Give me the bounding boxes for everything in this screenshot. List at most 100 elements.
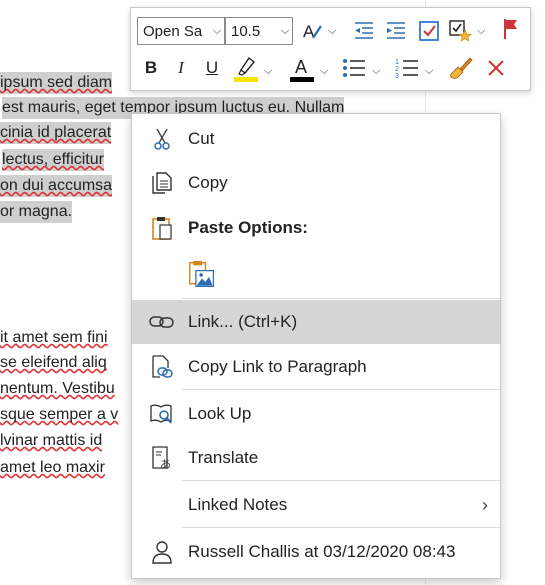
document-line[interactable]: amet leo maxir [0, 457, 105, 479]
author-label: Russell Challis at 03/12/2020 08:43 [188, 542, 456, 561]
chevron-down-icon[interactable]: ⌵ [320, 65, 328, 78]
copy-label: Copy [188, 173, 228, 192]
font-size-value: 10.5 [231, 22, 261, 40]
user-icon [148, 538, 176, 566]
font-color-button[interactable]: A [287, 53, 317, 83]
document-line[interactable]: se eleifend aliq [0, 352, 107, 374]
paste-picture-option[interactable] [132, 255, 500, 295]
increase-indent-button[interactable] [383, 18, 409, 44]
numbering-button[interactable]: 1 2 3 [394, 55, 420, 81]
document-line[interactable]: ipsum sed diam [0, 72, 113, 94]
chevron-down-icon[interactable]: ⌵ [477, 25, 485, 38]
decrease-indent-icon [355, 22, 373, 39]
menu-item-cut[interactable]: Cut [132, 117, 500, 161]
italic-button[interactable]: I [169, 55, 193, 81]
menu-item-author: Russell Challis at 03/12/2020 08:43 [132, 530, 500, 574]
paintbrush-icon [450, 57, 473, 79]
document-line-text: or magna. [0, 203, 73, 220]
increase-indent-icon [387, 22, 405, 39]
flag-button[interactable] [499, 16, 523, 42]
document-line-text: ipsum sed diam [0, 74, 113, 91]
checkbox-star-icon [449, 20, 472, 42]
chevron-down-icon[interactable]: ⌵ [425, 65, 433, 78]
menu-separator [182, 389, 500, 390]
font-name-select[interactable]: Open Sa ⌵ [137, 17, 225, 45]
svg-text:1: 1 [395, 59, 399, 66]
checkbox-button[interactable] [416, 18, 442, 44]
chevron-right-icon: › [482, 494, 488, 515]
mini-toolbar: Open Sa ⌵ 10.5 ⌵ A ⌵ ⌵ B I U ⌵ A ⌵ ⌵ 1 2… [130, 7, 531, 91]
copy-link-icon [148, 353, 176, 381]
translate-icon: あ [148, 444, 176, 472]
menu-item-translate[interactable]: あ Translate [132, 436, 500, 480]
book-search-icon [148, 400, 176, 428]
cut-label: Cut [188, 129, 215, 148]
styles-icon: A [303, 22, 322, 41]
document-line[interactable]: lectus, efficitur [2, 149, 104, 171]
copy-link-paragraph-label: Copy Link to Paragraph [188, 357, 367, 376]
underline-button[interactable]: U [200, 55, 224, 81]
document-line-text: lvinar mattis id [0, 432, 103, 449]
chevron-down-icon[interactable]: ⌵ [328, 25, 336, 38]
font-color-icon: A [290, 57, 314, 82]
decrease-indent-button[interactable] [351, 18, 377, 44]
document-line-text: amet leo maxir [0, 459, 105, 476]
document-line[interactable]: or magna. [0, 201, 73, 223]
document-line-text: on dui accumsa [0, 177, 113, 194]
link-label: Link... (Ctrl+K) [188, 312, 298, 331]
document-line-text: cinia id placerat [0, 124, 112, 141]
format-painter-button[interactable] [447, 54, 475, 82]
menu-item-copy-link-paragraph[interactable]: Copy Link to Paragraph [132, 345, 500, 389]
menu-item-copy[interactable]: Copy [132, 161, 500, 205]
svg-text:A: A [303, 22, 315, 41]
highlighter-icon [234, 56, 258, 82]
document-line[interactable]: cinia id placerat [0, 122, 112, 144]
menu-separator [182, 527, 500, 528]
svg-text:3: 3 [395, 73, 399, 79]
chevron-down-icon[interactable]: ⌵ [372, 65, 380, 78]
flag-icon [504, 19, 517, 39]
translate-label: Translate [188, 448, 259, 467]
copy-icon [148, 169, 176, 197]
document-line[interactable]: it amet sem fini [0, 327, 108, 349]
chevron-down-icon: ⌵ [212, 24, 222, 37]
highlight-button[interactable] [231, 53, 261, 83]
document-line[interactable]: nentum. Vestibu [0, 378, 115, 400]
chevron-down-icon: ⌵ [280, 24, 290, 37]
paste-options-label: Paste Options: [188, 218, 308, 237]
bold-button[interactable]: B [139, 55, 163, 81]
linked-notes-label: Linked Notes [188, 495, 288, 514]
context-menu: Cut Copy Paste Options: Link... (Ctrl+K)… [131, 113, 501, 579]
font-size-select[interactable]: 10.5 ⌵ [225, 17, 293, 45]
menu-separator [182, 480, 500, 481]
document-line-text: lectus, efficitur [2, 151, 104, 168]
document-line[interactable]: on dui accumsa [0, 175, 113, 197]
menu-item-link[interactable]: Link... (Ctrl+K) [132, 300, 500, 344]
bullets-button[interactable] [341, 55, 367, 81]
document-line-text: sque semper a v [0, 406, 119, 423]
paste-options-header: Paste Options: [132, 206, 500, 250]
document-line-text: se eleifend aliq [0, 354, 107, 371]
font-color-letter: A [295, 57, 307, 77]
checkbox-icon [419, 21, 439, 41]
look-up-label: Look Up [188, 404, 252, 423]
menu-item-linked-notes[interactable]: Linked Notes › [132, 483, 500, 527]
tag-button[interactable] [447, 18, 473, 44]
bullet-list-icon [343, 59, 365, 77]
styles-button[interactable]: A [299, 18, 325, 44]
link-icon [148, 308, 176, 336]
document-line-text: it amet sem fini [0, 329, 108, 346]
paste-picture-icon [188, 261, 216, 289]
chevron-down-icon[interactable]: ⌵ [264, 65, 272, 78]
svg-text:あ: あ [160, 458, 171, 471]
numbered-list-icon: 1 2 3 [395, 59, 418, 79]
document-line[interactable]: sque semper a v [0, 404, 118, 426]
clipboard-icon [148, 214, 176, 242]
clear-formatting-button[interactable] [483, 55, 509, 81]
scissors-icon [148, 125, 176, 153]
document-line-text: nentum. Vestibu [0, 380, 115, 397]
font-name-value: Open Sa [143, 22, 203, 40]
document-line[interactable]: lvinar mattis id [0, 430, 102, 452]
svg-text:2: 2 [395, 66, 399, 73]
menu-item-look-up[interactable]: Look Up [132, 392, 500, 436]
